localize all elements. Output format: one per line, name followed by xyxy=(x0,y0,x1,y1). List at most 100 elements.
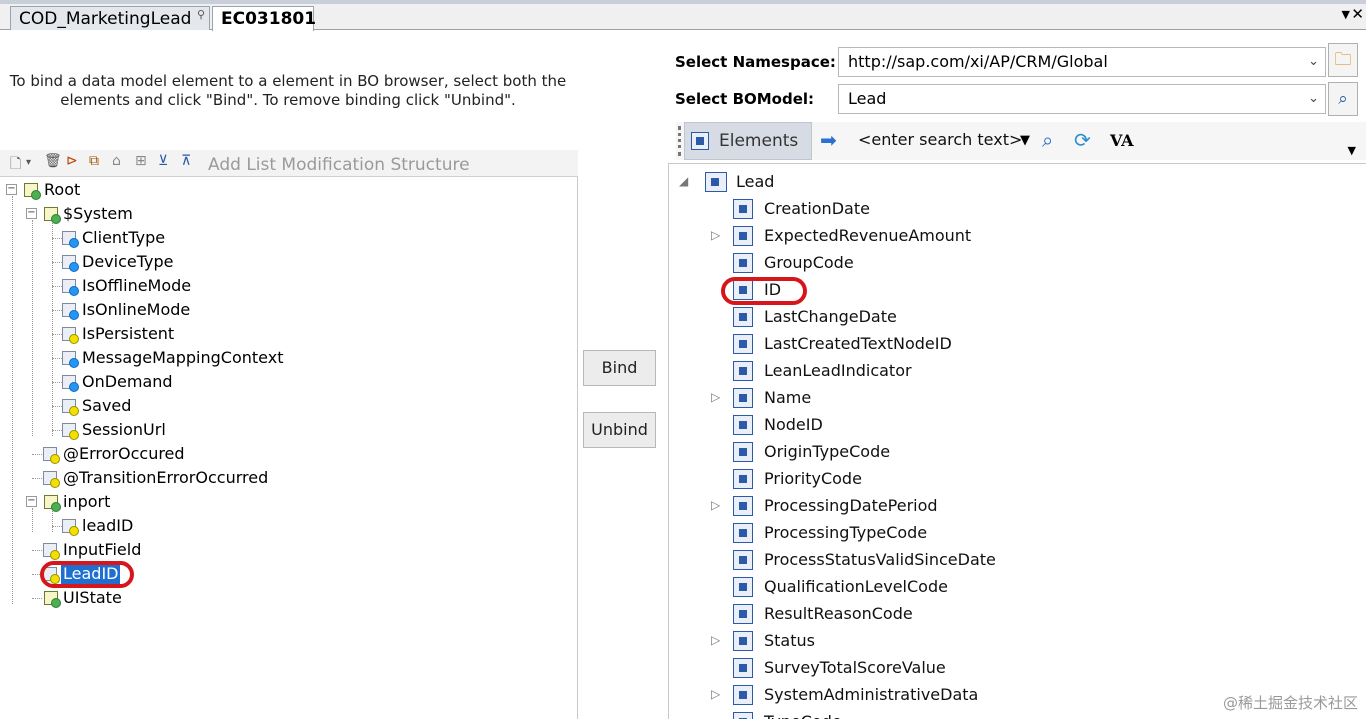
tree-node-lead[interactable]: ◢ Lead xyxy=(669,168,1359,195)
tree-node-item[interactable]: ▷ ProcessingDatePeriod xyxy=(669,492,1359,519)
bo-browser-tree: ◢ Lead CreationDate ▷ ExpectedRevenueAmoun… xyxy=(668,163,1366,719)
tree-node-item[interactable]: GroupCode xyxy=(669,249,1359,276)
bind-button[interactable]: Bind xyxy=(583,350,656,386)
va-icon[interactable]: VA xyxy=(1110,131,1134,150)
element-icon xyxy=(691,132,709,150)
tab-cod-marketinglead[interactable]: COD_MarketingLead ⚲ xyxy=(10,6,210,30)
search-icon[interactable]: ⌕ xyxy=(1328,82,1358,116)
tab-label: COD_MarketingLead xyxy=(19,9,192,29)
yellow-element-icon xyxy=(43,543,60,560)
hierarchy-icon[interactable]: ⊞ xyxy=(135,153,147,169)
chevron-down-icon[interactable]: ⌄ xyxy=(1308,85,1319,113)
refresh-icon[interactable]: ⟳ xyxy=(1074,128,1091,152)
tree-node-item[interactable]: ResultReasonCode xyxy=(669,600,1359,627)
tree-node-label: LastChangeDate xyxy=(764,307,897,326)
toolbar-grip[interactable] xyxy=(678,126,681,156)
close-icon[interactable]: ✕ xyxy=(1351,5,1364,23)
move-up-icon[interactable]: ⊼ xyxy=(181,153,191,169)
tree-node-item[interactable]: NodeID xyxy=(669,411,1359,438)
tree-node-item[interactable]: CreationDate xyxy=(669,195,1359,222)
chevron-down-icon[interactable]: ⌄ xyxy=(1308,48,1319,76)
yellow-element-icon xyxy=(43,447,60,464)
tree-node-label: OnDemand xyxy=(82,372,173,391)
element-icon xyxy=(733,550,753,570)
collapse-icon[interactable]: − xyxy=(26,496,37,507)
element-icon xyxy=(733,253,753,273)
tree-line xyxy=(32,220,33,436)
tree-line xyxy=(32,508,33,532)
tree-node-item[interactable]: ProcessingTypeCode xyxy=(669,519,1359,546)
elements-button[interactable]: Elements xyxy=(684,122,812,160)
toolbar-overflow-icon[interactable]: ▼ xyxy=(1348,144,1356,157)
search-dropdown-icon[interactable]: ▼ xyxy=(1020,133,1030,148)
expand-triangle-icon[interactable]: ▷ xyxy=(711,681,720,708)
unbind-button[interactable]: Unbind xyxy=(583,412,656,448)
find-icon[interactable]: ⌕ xyxy=(1042,128,1053,152)
yellow-element-icon xyxy=(62,399,79,416)
tree-line xyxy=(52,334,62,335)
top-edge xyxy=(0,0,1366,4)
new-icon[interactable]: 🗋 xyxy=(10,153,21,177)
blue-element-icon xyxy=(62,231,79,248)
tree-node-item[interactable]: OriginTypeCode xyxy=(669,438,1359,465)
tree-line xyxy=(52,286,62,287)
data-model-tree: − Root − $System ClientType DeviceType I… xyxy=(0,177,578,719)
tree-node-label: ClientType xyxy=(82,228,166,247)
struct-icon xyxy=(44,591,61,608)
collapse-icon[interactable]: − xyxy=(26,208,37,219)
struct-icon xyxy=(24,183,41,200)
tab-list-dropdown-icon[interactable]: ▼ xyxy=(1342,8,1350,21)
element-icon xyxy=(733,334,753,354)
delete-icon[interactable]: 🗑 xyxy=(44,153,62,169)
tree-node-label: SystemAdministrativeData xyxy=(764,685,979,704)
element-icon xyxy=(733,307,753,327)
new-dropdown-icon[interactable]: ▾ xyxy=(26,157,31,168)
pin-icon[interactable]: ⚲ xyxy=(197,8,205,21)
tree-node-item[interactable]: ProcessStatusValidSinceDate xyxy=(669,546,1359,573)
tree-node-label: PriorityCode xyxy=(764,469,862,488)
tree-node-label: InputField xyxy=(63,540,142,559)
tree-node-item[interactable]: LeanLeadIndicator xyxy=(669,357,1359,384)
tree-node-item[interactable]: ▷ Status xyxy=(669,627,1359,654)
namespace-select[interactable]: http://sap.com/xi/AP/CRM/Global ⌄ xyxy=(838,47,1326,77)
tree-node-label: IsPersistent xyxy=(82,324,175,343)
bind-toolbar-icon[interactable]: ⊳ xyxy=(66,153,78,169)
tree-line xyxy=(52,406,62,407)
expanded-triangle-icon[interactable]: ◢ xyxy=(679,168,688,195)
element-icon xyxy=(733,658,753,678)
tree-node-label: LastCreatedTextNodeID xyxy=(764,334,952,353)
tree-node-label: Lead xyxy=(736,172,775,191)
element-icon xyxy=(733,685,753,705)
collapse-icon[interactable]: − xyxy=(6,184,17,195)
namespace-label: Select Namespace: xyxy=(675,53,836,71)
tree-node-label: Root xyxy=(44,180,81,199)
search-input[interactable]: <enter search text> xyxy=(858,130,1022,149)
expand-triangle-icon[interactable]: ▷ xyxy=(711,492,720,519)
tree-node-label: Status xyxy=(764,631,815,650)
lock-icon[interactable]: ⌂ xyxy=(112,153,121,169)
blue-element-icon xyxy=(62,375,79,392)
element-icon xyxy=(733,199,753,219)
structure-icon[interactable]: ⧉ xyxy=(89,153,99,169)
tree-node-item[interactable]: PriorityCode xyxy=(669,465,1359,492)
expand-triangle-icon[interactable]: ▷ xyxy=(711,627,720,654)
bomodel-select[interactable]: Lead ⌄ xyxy=(838,84,1326,114)
tree-node-item[interactable]: ▷ Name xyxy=(669,384,1359,411)
move-down-icon[interactable]: ⊻ xyxy=(158,153,168,169)
expand-triangle-icon[interactable]: ▷ xyxy=(711,384,720,411)
tree-line xyxy=(12,196,13,604)
tree-node-item[interactable]: SurveyTotalScoreValue xyxy=(669,654,1359,681)
add-list-modification-structure-button[interactable]: Add List Modification Structure xyxy=(208,155,470,175)
tree-node-item[interactable]: LastCreatedTextNodeID xyxy=(669,330,1359,357)
tree-node-item[interactable]: ▷ ExpectedRevenueAmount xyxy=(669,222,1359,249)
tab-ec031801[interactable]: EC031801 xyxy=(212,6,316,31)
tree-node-item[interactable]: QualificationLevelCode xyxy=(669,573,1359,600)
tree-line xyxy=(32,598,42,599)
folder-icon[interactable]: 🗀 xyxy=(1328,43,1358,77)
tree-node-label: UIState xyxy=(63,588,122,607)
element-icon xyxy=(733,226,753,246)
expand-triangle-icon[interactable]: ▷ xyxy=(711,222,720,249)
element-icon xyxy=(733,712,753,719)
tree-node-item[interactable]: LastChangeDate xyxy=(669,303,1359,330)
arrow-right-icon[interactable]: ➡ xyxy=(820,128,837,152)
